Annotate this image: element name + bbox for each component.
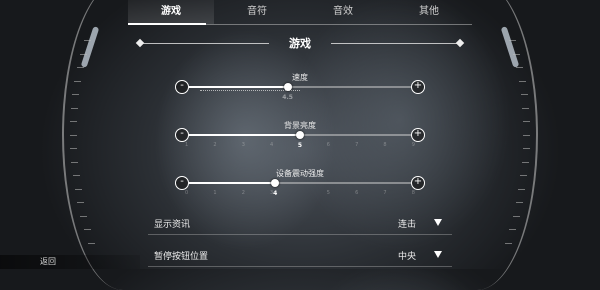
tick-label: 0	[185, 190, 189, 196]
setting-row-pause-position[interactable]: 暂停按钮位置 中央	[148, 242, 452, 267]
slider-label-speed: 速度	[292, 73, 308, 82]
frame-tick	[513, 53, 520, 55]
tick-label: 8	[411, 190, 415, 196]
tick-label: 7	[383, 190, 387, 196]
frame-tick	[523, 121, 530, 122]
brightness-slider-thumb[interactable]	[296, 131, 304, 139]
tab-notes[interactable]: 音符	[214, 0, 300, 24]
frame-tick	[84, 229, 91, 230]
frame-tick	[519, 80, 526, 82]
tick-label: 1	[213, 190, 217, 196]
frame-tick	[522, 161, 529, 163]
tick-label: 3	[270, 190, 274, 196]
vibration-slider-thumb[interactable]	[271, 179, 280, 187]
frame-tick	[523, 148, 530, 149]
slider-label-brightness: 背景亮度	[284, 121, 316, 130]
frame-tick	[80, 53, 87, 55]
brightness-decrease-button[interactable]: -	[175, 128, 189, 142]
frame-tick	[522, 107, 529, 109]
minus-icon: -	[180, 128, 184, 139]
frame-tick	[509, 229, 516, 230]
frame-tick	[75, 188, 82, 190]
section-divider-right	[331, 43, 457, 44]
frame-tick	[77, 67, 84, 68]
tick-label: 9	[411, 142, 415, 148]
minus-icon: -	[180, 80, 184, 91]
frame-tick	[520, 175, 527, 176]
frame-tick	[84, 40, 91, 41]
active-tab-indicator	[128, 23, 206, 25]
plus-icon: +	[413, 176, 423, 187]
frame-tick	[516, 202, 523, 203]
section-title: 游戏	[289, 37, 311, 50]
vibration-slider-fill	[189, 182, 276, 184]
slider-label-vibration: 设备震动强度	[276, 169, 324, 178]
speed-slider-fill	[189, 86, 288, 88]
tick-label: 6	[355, 190, 359, 196]
tick-label: 1	[185, 142, 189, 148]
tab-sound-effects[interactable]: 音效	[300, 0, 386, 24]
frame-tick	[71, 107, 78, 109]
vibration-decrease-button[interactable]: -	[175, 176, 189, 190]
tick-label: 4	[270, 142, 274, 148]
back-label: 返回	[40, 257, 56, 266]
frame-tick	[72, 94, 79, 95]
tab-game[interactable]: 游戏	[128, 0, 214, 24]
speed-increase-button[interactable]: +	[411, 80, 425, 94]
tick-label: 7	[355, 142, 359, 148]
setting-row-display-info[interactable]: 显示资讯 连击	[148, 210, 452, 235]
tick-label: 5	[326, 190, 330, 196]
tab-bar: 游戏 音符 音效 其他	[128, 0, 472, 24]
setting-value-pause-position[interactable]: 中央	[398, 249, 416, 262]
brightness-tick-labels: 1 2 3 4 5 6 7 8 9	[185, 142, 415, 148]
tick-label: 6	[326, 142, 330, 148]
speed-value: 4.5	[282, 94, 293, 101]
vibration-increase-button[interactable]: +	[411, 176, 425, 190]
tick-label: 2	[241, 190, 245, 196]
frame-tick	[70, 121, 77, 122]
frame-tick	[516, 67, 523, 68]
frame-tick	[521, 94, 528, 95]
section-divider-left	[143, 43, 269, 44]
frame-tick	[70, 148, 77, 149]
tab-other[interactable]: 其他	[386, 0, 472, 24]
tick-label: 3	[241, 142, 245, 148]
tick-label: 2	[213, 142, 217, 148]
setting-value-display-info[interactable]: 连击	[398, 217, 416, 230]
frame-tick	[70, 134, 77, 136]
frame-tick	[518, 188, 525, 190]
brightness-slider-fill	[189, 134, 300, 136]
frame-tick	[74, 80, 81, 82]
speed-decrease-button[interactable]: -	[175, 80, 189, 94]
caret-down-icon[interactable]	[434, 219, 442, 226]
tick-label: 8	[383, 142, 387, 148]
frame-tick	[77, 202, 84, 203]
speed-slider-thumb[interactable]	[283, 83, 292, 91]
frame-tick	[73, 175, 80, 176]
setting-label-display-info: 显示资讯	[154, 220, 191, 230]
frame-tick	[80, 215, 87, 217]
vibration-tick-labels: 0 1 2 3 4 5 6 7 8	[185, 190, 415, 196]
frame-tick	[88, 242, 95, 244]
frame-tick	[505, 242, 512, 244]
frame-tick	[71, 161, 78, 163]
brightness-increase-button[interactable]: +	[411, 128, 425, 142]
setting-label-pause-position: 暂停按钮位置	[154, 252, 209, 262]
plus-icon: +	[413, 80, 423, 91]
caret-down-icon[interactable]	[434, 251, 442, 258]
frame-tick	[509, 40, 516, 41]
plus-icon: +	[413, 128, 423, 139]
frame-tick	[513, 215, 520, 217]
back-button[interactable]: 返回	[0, 255, 140, 269]
frame-tick	[523, 134, 530, 136]
minus-icon: -	[180, 176, 184, 187]
